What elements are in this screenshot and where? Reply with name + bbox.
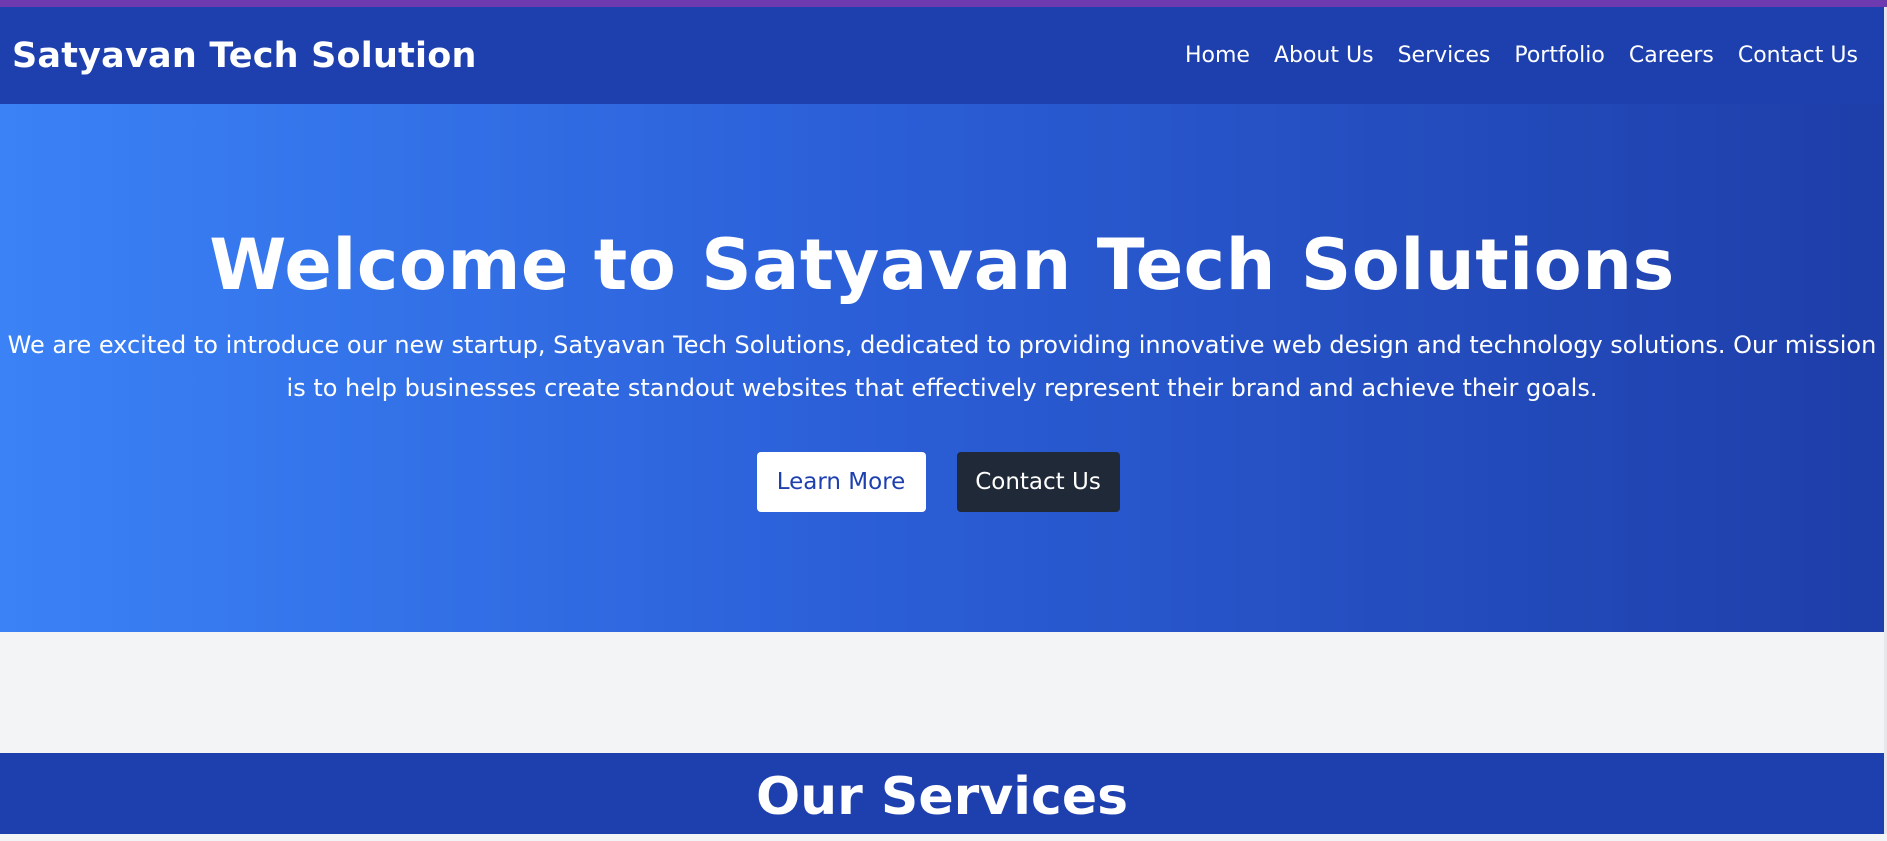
nav-link-home[interactable]: Home — [1185, 43, 1250, 68]
contact-us-button[interactable]: Contact Us — [956, 452, 1120, 512]
services-section: Our Services — [0, 753, 1884, 834]
section-spacer — [0, 632, 1884, 753]
services-title: Our Services — [755, 767, 1129, 827]
top-accent-strip — [0, 0, 1887, 7]
hero-buttons: Learn More Contact Us — [0, 452, 1884, 512]
hero-description: We are excited to introduce our new star… — [7, 331, 1877, 402]
brand-logo-text[interactable]: Satyavan Tech Solution — [12, 36, 477, 76]
nav-link-portfolio[interactable]: Portfolio — [1514, 43, 1605, 68]
nav-links: Home About Us Services Portfolio Careers… — [1161, 43, 1872, 68]
nav-link-careers[interactable]: Careers — [1629, 43, 1714, 68]
learn-more-button[interactable]: Learn More — [756, 452, 926, 512]
hero-title: Welcome to Satyavan Tech Solutions — [209, 224, 1675, 306]
nav-link-services[interactable]: Services — [1398, 43, 1491, 68]
nav-link-about-us[interactable]: About Us — [1274, 43, 1374, 68]
nav-link-contact-us[interactable]: Contact Us — [1738, 43, 1858, 68]
navbar: Satyavan Tech Solution Home About Us Ser… — [0, 7, 1884, 104]
hero-section: Welcome to Satyavan Tech Solutions We ar… — [0, 104, 1884, 632]
